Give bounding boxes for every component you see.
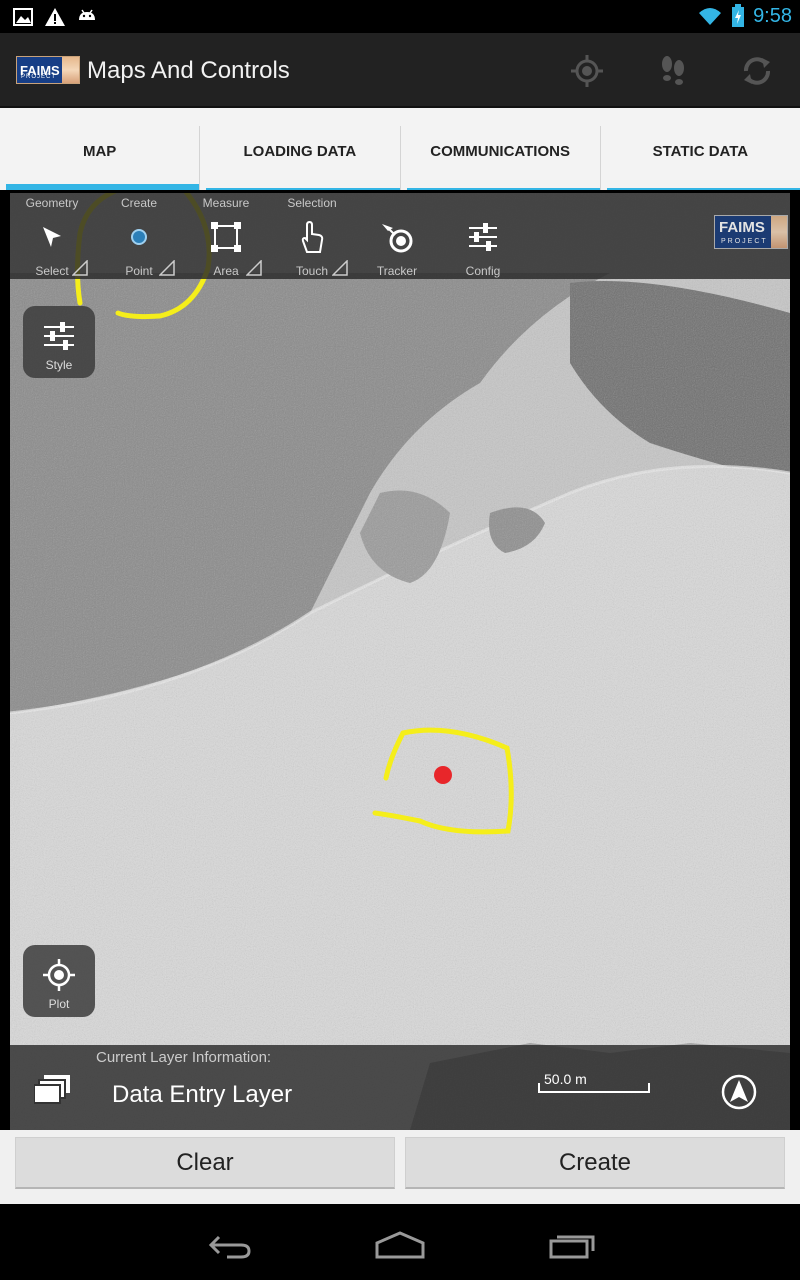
area-icon xyxy=(206,219,246,255)
tab-label: LOADING DATA xyxy=(243,142,357,160)
map-view[interactable]: Geometry Select Create Point Measure Are… xyxy=(10,193,790,1130)
layers-icon[interactable] xyxy=(34,1073,72,1105)
tab-bar: MAP LOADING DATA COMMUNICATIONS STATIC D… xyxy=(0,108,800,190)
tracker-tool[interactable]: Tracker xyxy=(357,193,437,279)
tab-indicator xyxy=(6,184,200,190)
submenu-triangle-icon[interactable] xyxy=(72,260,88,276)
tool-label: Config xyxy=(465,264,501,278)
tracker-icon xyxy=(377,219,417,255)
warning-icon xyxy=(45,8,65,26)
submenu-triangle-icon[interactable] xyxy=(159,260,175,276)
picture-icon xyxy=(13,8,33,26)
gps-target-icon xyxy=(43,959,75,991)
tool-label: Tracker xyxy=(376,264,418,278)
tool-group-label: Create xyxy=(120,196,158,210)
tool-group-label: Geometry xyxy=(25,196,79,210)
badge-subtext: PROJECT xyxy=(721,238,768,245)
battery-icon xyxy=(732,4,745,27)
satellite-map[interactable] xyxy=(10,193,790,1130)
clock: 9:58 xyxy=(753,4,792,27)
scale-line xyxy=(538,1083,650,1093)
footsteps-icon[interactable] xyxy=(653,51,693,91)
back-icon xyxy=(208,1235,251,1259)
style-button[interactable]: Style xyxy=(23,306,95,378)
area-tool[interactable]: Measure Area xyxy=(186,193,266,279)
badge-image xyxy=(771,216,787,248)
sliders-icon xyxy=(44,322,74,350)
recents-icon xyxy=(549,1235,595,1259)
config-tool[interactable]: Config xyxy=(443,193,523,279)
tab-label: MAP xyxy=(82,142,117,160)
home-icon xyxy=(375,1231,425,1259)
action-bar: FAIMS PROJECT Maps And Controls xyxy=(0,33,800,108)
layer-info-bar: Current Layer Information: Data Entry La… xyxy=(10,1045,790,1130)
logo-image xyxy=(62,57,79,83)
back-button[interactable] xyxy=(200,1226,260,1266)
current-layer-name[interactable]: Data Entry Layer xyxy=(112,1081,292,1109)
point-icon xyxy=(119,219,159,255)
compass-icon[interactable] xyxy=(720,1073,758,1111)
android-icon xyxy=(79,9,95,20)
tab-indicator xyxy=(206,188,400,190)
tool-group-label: Measure xyxy=(202,196,250,210)
action-buttons: Clear Create xyxy=(0,1130,800,1204)
system-nav-bar xyxy=(0,1204,800,1280)
style-button-label: Style xyxy=(45,358,73,372)
select-tool[interactable]: Geometry Select xyxy=(12,193,92,279)
tab-label: COMMUNICATIONS xyxy=(430,142,570,160)
create-button[interactable]: Create xyxy=(405,1137,785,1189)
submenu-triangle-icon[interactable] xyxy=(246,260,262,276)
point-tool[interactable]: Create Point xyxy=(99,193,179,279)
submenu-triangle-icon[interactable] xyxy=(332,260,348,276)
recents-button[interactable] xyxy=(542,1226,602,1266)
scale-bar: 50.0 m xyxy=(538,1071,650,1093)
tab-static-data[interactable]: STATIC DATA xyxy=(601,126,800,190)
app-logo: FAIMS PROJECT xyxy=(16,56,80,84)
layer-caption: Current Layer Information: xyxy=(96,1049,272,1066)
plot-button[interactable]: Plot xyxy=(23,945,95,1017)
tab-label: STATIC DATA xyxy=(652,142,749,160)
wifi-icon xyxy=(699,8,722,25)
sync-icon[interactable] xyxy=(737,51,777,91)
faims-logo: FAIMS PROJECT xyxy=(714,215,788,249)
touch-tool[interactable]: Selection Touch xyxy=(272,193,352,279)
tool-group-label: Selection xyxy=(287,196,337,210)
tab-loading-data[interactable]: LOADING DATA xyxy=(200,126,401,190)
home-button[interactable] xyxy=(370,1226,430,1266)
plot-button-label: Plot xyxy=(48,997,70,1011)
logo-subtext: PROJECT xyxy=(21,74,57,80)
tab-indicator xyxy=(406,188,600,190)
tab-map[interactable]: MAP xyxy=(0,126,201,190)
tab-communications[interactable]: COMMUNICATIONS xyxy=(401,126,601,190)
page-title: Maps And Controls xyxy=(87,57,290,84)
badge-text: FAIMS xyxy=(719,219,765,236)
tab-indicator xyxy=(606,188,800,190)
pointer-icon xyxy=(32,219,72,255)
touch-icon xyxy=(292,219,332,255)
status-bar: 9:58 xyxy=(0,0,800,33)
map-toolbar: Geometry Select Create Point Measure Are… xyxy=(10,193,790,279)
clear-button[interactable]: Clear xyxy=(15,1137,395,1189)
gps-target-icon[interactable] xyxy=(567,51,607,91)
sliders-icon xyxy=(463,219,503,255)
